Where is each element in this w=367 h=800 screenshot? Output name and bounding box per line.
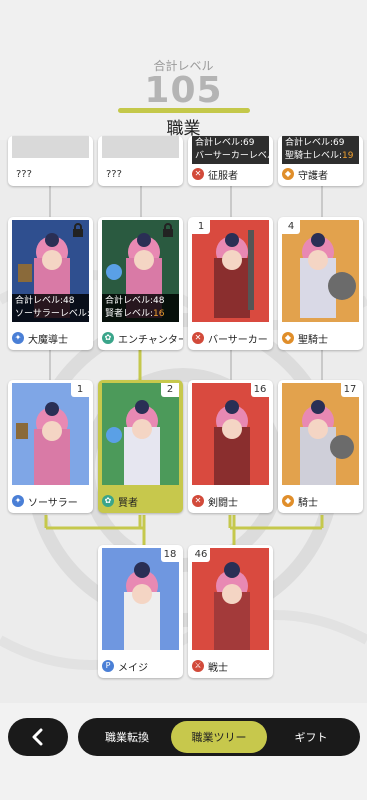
job-name: メイジ	[118, 662, 148, 674]
job-card-guardian[interactable]: 合計レベル:69 聖騎士レベル:19 ◆ 守護者	[278, 136, 363, 186]
character-art: 1	[12, 383, 89, 485]
job-card-mage[interactable]: 18 P メイジ	[98, 545, 183, 678]
job-card-sage[interactable]: 2 ✿ 賢者	[98, 380, 183, 513]
requirement-job: 聖騎士レベル:19	[285, 151, 354, 161]
requirement-panel: 合計レベル:69 バーサーカーレベル:19	[192, 136, 269, 164]
card-art-hidden	[12, 136, 89, 158]
paladin-icon: ◆	[282, 332, 294, 344]
job-name: エンチャンター	[118, 334, 183, 346]
job-card-warrior[interactable]: 46 ⚔ 戦士	[188, 545, 273, 678]
character-art: 1	[192, 220, 269, 322]
character-art: 合計レベル:48 ソーサラーレベル:16	[12, 220, 89, 322]
tab-job-tree[interactable]: 職業ツリー	[171, 721, 267, 753]
lock-icon	[163, 223, 173, 237]
requirement-panel: 合計レベル:48 賢者レベル:16	[102, 294, 179, 322]
requirement-total: 合計レベル:69	[285, 138, 345, 148]
character-art: 18	[102, 548, 179, 650]
job-card-conqueror[interactable]: 合計レベル:69 バーサーカーレベル:19 ✕ 征服者	[188, 136, 273, 186]
job-name: ソーサラー	[28, 497, 78, 509]
character-art: 17	[282, 383, 359, 485]
job-level: 17	[341, 383, 359, 397]
job-card-unknown-1[interactable]: ???	[8, 136, 93, 186]
mage-icon: P	[102, 660, 114, 672]
job-level: 16	[251, 383, 269, 397]
requirement-panel: 合計レベル:69 聖騎士レベル:19	[282, 136, 359, 164]
card-art-hidden	[102, 136, 179, 158]
job-name: 大魔導士	[28, 334, 68, 346]
archmage-icon: ✦	[12, 332, 24, 344]
character-art: 16	[192, 383, 269, 485]
conqueror-icon: ✕	[192, 168, 204, 180]
requirement-panel: 合計レベル:48 ソーサラーレベル:16	[12, 294, 89, 322]
job-level: 46	[192, 548, 210, 562]
job-level: 1	[71, 383, 89, 397]
job-name: バーサーカー	[208, 334, 268, 346]
requirement-job: バーサーカーレベル:19	[195, 151, 269, 161]
tab-gift[interactable]: ギフト	[268, 721, 354, 753]
warrior-icon: ⚔	[192, 660, 204, 672]
character-art: 46	[192, 548, 269, 650]
enchanter-icon: ✿	[102, 332, 114, 344]
job-name: 騎士	[298, 497, 318, 509]
job-name: 征服者	[208, 170, 238, 182]
job-card-archmage[interactable]: 合計レベル:48 ソーサラーレベル:16 ✦ 大魔導士	[8, 217, 93, 350]
guardian-icon: ◆	[282, 168, 294, 180]
job-card-knight[interactable]: 17 ◆ 騎士	[278, 380, 363, 513]
character-art: 4	[282, 220, 359, 322]
job-level: 2	[161, 383, 179, 397]
knight-icon: ◆	[282, 495, 294, 507]
requirement-job: ソーサラーレベル:16	[15, 309, 89, 319]
job-card-sorcerer[interactable]: 1 ✦ ソーサラー	[8, 380, 93, 513]
requirement-total: 合計レベル:48	[15, 296, 75, 306]
job-level: 18	[161, 548, 179, 562]
sage-icon: ✿	[102, 495, 114, 507]
lock-icon	[73, 223, 83, 237]
character-art: 2	[102, 383, 179, 485]
requirement-job: 賢者レベル:16	[105, 309, 165, 319]
job-name: 賢者	[118, 497, 138, 509]
job-card-enchanter[interactable]: 合計レベル:48 賢者レベル:16 ✿ エンチャンター	[98, 217, 183, 350]
back-button[interactable]	[8, 718, 68, 756]
job-level: 1	[192, 220, 210, 234]
gladiator-icon: ✕	[192, 495, 204, 507]
job-name: ???	[106, 169, 122, 180]
requirement-total: 合計レベル:48	[105, 296, 165, 306]
character-art: 合計レベル:48 賢者レベル:16	[102, 220, 179, 322]
tab-bar: 職業転換 職業ツリー ギフト	[78, 718, 360, 756]
job-card-unknown-2[interactable]: ???	[98, 136, 183, 186]
job-name: ???	[16, 169, 32, 180]
job-name: 剣闘士	[208, 497, 238, 509]
chevron-left-icon	[32, 728, 43, 746]
job-name: 戦士	[208, 662, 228, 674]
job-card-gladiator[interactable]: 16 ✕ 剣闘士	[188, 380, 273, 513]
job-card-berserker[interactable]: 1 ✕ バーサーカー	[188, 217, 273, 350]
requirement-total: 合計レベル:69	[195, 138, 255, 148]
job-card-paladin[interactable]: 4 ◆ 聖騎士	[278, 217, 363, 350]
tab-job-change[interactable]: 職業転換	[84, 721, 170, 753]
sorcerer-icon: ✦	[12, 495, 24, 507]
berserker-icon: ✕	[192, 332, 204, 344]
job-name: 守護者	[298, 170, 328, 182]
job-level: 4	[282, 220, 300, 234]
job-name: 聖騎士	[298, 334, 328, 346]
